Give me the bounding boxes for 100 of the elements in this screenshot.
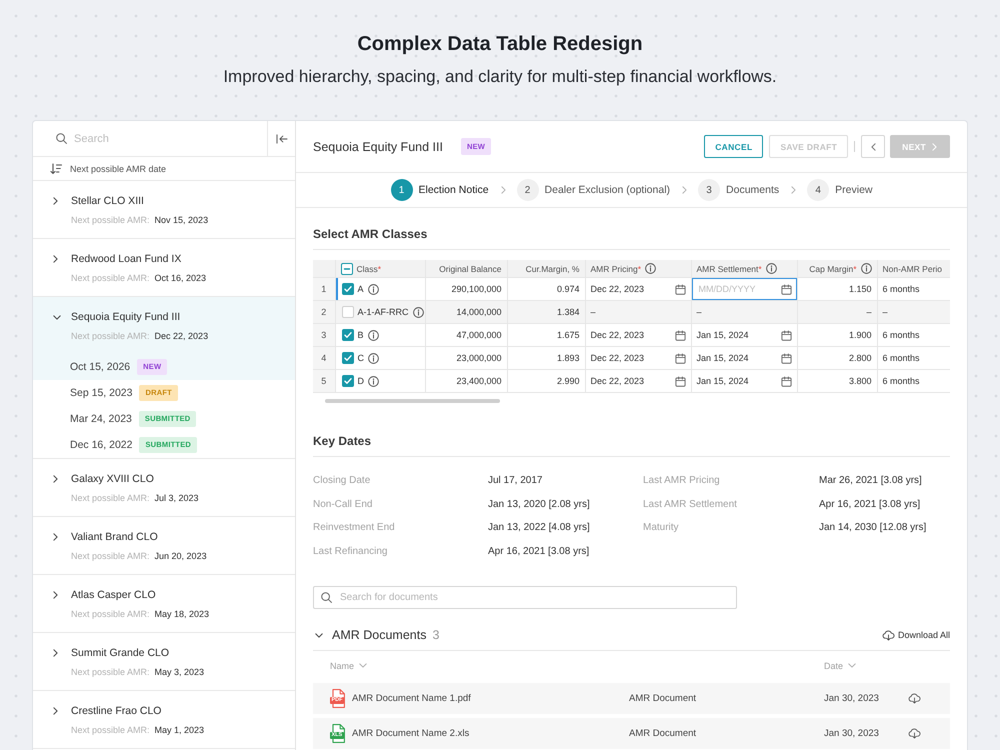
calendar-icon[interactable] [674,352,686,364]
sort-icon[interactable] [50,162,62,174]
step-number: 1 [390,179,412,201]
fund-list-item[interactable]: Atlas Casper CLO Next possible AMR: May 18, 2023 [33,575,295,632]
table-cell: 6 months [877,324,950,346]
chevron-right-icon[interactable] [53,707,58,715]
document-search-field[interactable]: Search for documents [313,586,737,609]
fund-name: Redwood Loan Fund IX [71,252,182,267]
step-number: 2 [516,179,539,201]
table-cell: 1.893 [507,346,585,370]
next-amr-date: May 3, 2023 [154,666,204,679]
date-label: Maturity [643,521,680,535]
row-number: 4 [313,346,335,370]
checkbox[interactable] [342,306,354,318]
date-label: Non-Call End [313,498,374,512]
fund-list-item[interactable]: Redwood Loan Fund IX Next possible AMR: Oct 16, 2023 [33,239,295,296]
info-icon[interactable] [368,376,379,386]
date-label: Last AMR Pricing [643,474,721,488]
table-cell: 290,100,000 [425,278,507,300]
chevron-right-icon[interactable] [53,591,58,599]
checkbox[interactable] [342,283,354,295]
fund-list-item[interactable]: Sequoia Equity Fund III Next possible AMR: Dec 22, 2023 [33,297,295,354]
date-value: Apr 16, 2021 [3.08 yrs] [819,498,922,512]
info-icon[interactable] [645,263,656,274]
class-name: C [358,353,364,363]
fund-list-item[interactable]: Valiant Brand CLO Next possible AMR: Jun 20, 2023 [33,517,295,574]
chevron-down-icon[interactable] [315,632,323,638]
info-icon[interactable] [368,352,379,364]
checkbox[interactable] [342,375,354,387]
fund-name: Valiant Brand CLO [71,530,159,545]
section-title: Select AMR Classes [313,226,428,242]
chevron-right-icon[interactable] [53,475,58,483]
table-cell: 47,000,000 [425,324,507,346]
fund-list-item[interactable]: Stellar CLO XIII Next possible AMR: Nov 15, 2023 [33,181,295,238]
fund-name: Stellar CLO XIII [71,194,145,209]
info-icon[interactable] [860,263,872,274]
chevron-right-icon [791,186,796,194]
calendar-icon[interactable] [674,284,686,294]
download-icon[interactable] [908,693,921,704]
info-icon[interactable] [766,263,777,274]
table-cell: 1.150 [797,278,877,300]
next-amr-label: Next possible AMR: [71,214,150,227]
date-value: Jan 15, 2024 [696,330,749,340]
table-cell: 3.800 [797,370,877,392]
class-name: B [358,330,364,340]
column-label: AMR Settlement* [696,264,762,274]
date-value: Jul 17, 2017 [488,474,544,488]
calendar-icon[interactable] [674,330,686,340]
checkbox[interactable] [342,352,354,364]
chevron-right-icon[interactable] [53,255,58,263]
table-cell: 1.675 [507,324,585,346]
sort-label[interactable]: Next possible AMR date [70,164,166,174]
checkbox[interactable] [342,329,354,341]
date-label: Last Refinancing [313,544,388,558]
date-value: Jan 15, 2024 [696,353,749,363]
info-icon[interactable] [368,284,379,294]
wizard-step[interactable]: 1 Election Notice [390,179,489,201]
next-amr-label: Next possible AMR: [71,272,150,285]
chevron-down-icon [848,663,856,668]
chevron-right-icon [682,186,688,194]
date-input-field[interactable]: MM/DD/YYYY [692,278,796,300]
table-cell: 2.800 [797,346,877,370]
next-amr-label: Next possible AMR: [71,492,150,505]
step-number: 3 [698,179,720,201]
table-cell: – [585,300,691,324]
calendar-icon[interactable] [780,284,792,294]
info-icon[interactable] [412,306,424,318]
select-all-checkbox[interactable] [340,262,352,274]
calendar-icon[interactable] [780,352,792,364]
search-field[interactable]: Search [74,132,267,146]
chevron-down-icon[interactable] [53,314,61,320]
calendar-icon[interactable] [674,376,686,386]
fund-list-item[interactable]: Summit Grande CLO Next possible AMR: May 3, 2023 [33,633,295,690]
wizard-step[interactable]: 2 Dealer Exclusion (optional) [516,179,670,201]
date-value: Apr 16, 2021 [3.08 yrs] [488,544,590,558]
date-value: Mar 26, 2021 [3.08 yrs] [819,474,923,488]
horizontal-scrollbar[interactable] [325,399,500,403]
next-amr-date: Oct 16, 2023 [154,272,206,285]
table-cell: 0.974 [507,278,585,300]
column-label: Original Balance [439,264,502,274]
chevron-left-icon [870,142,876,150]
table-cell: – [691,300,797,324]
chevron-right-icon[interactable] [53,533,58,541]
download-all-button[interactable]: Download All [882,630,950,640]
date-label: Closing Date [313,474,372,488]
calendar-icon[interactable] [780,330,792,340]
chevron-right-icon[interactable] [53,649,58,657]
wizard-step[interactable]: 4 Preview [807,179,872,201]
fund-list-item[interactable]: Galaxy XVIII CLO Next possible AMR: Jul 3, 2023 [33,459,295,516]
fund-list-item[interactable]: Crestline Frao CLO Next possible AMR: May 1, 2023 [33,691,295,748]
collapse-left-icon [276,134,288,144]
chevron-right-icon[interactable] [53,197,58,205]
calendar-icon[interactable] [780,376,792,386]
download-icon[interactable] [908,728,921,739]
row-number: 5 [313,370,335,392]
table-cell: 2.990 [507,370,585,392]
info-icon[interactable] [368,330,379,340]
wizard-step[interactable]: 3 Documents [698,179,780,201]
date-value: Jan 15, 2024 [696,376,749,386]
class-name: D [358,376,364,386]
